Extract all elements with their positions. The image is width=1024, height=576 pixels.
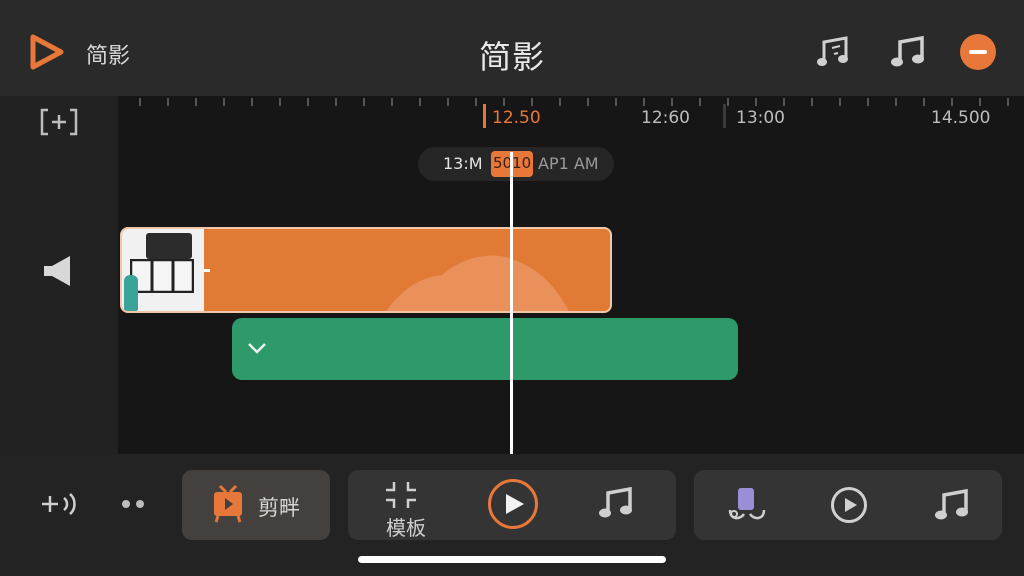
chevron-down-icon[interactable]	[246, 340, 268, 356]
play-button[interactable]	[488, 479, 538, 529]
voice-record-icon[interactable]	[726, 486, 768, 522]
ruler-current-marker	[483, 104, 486, 128]
stop-button[interactable]	[960, 34, 996, 70]
home-indicator[interactable]	[358, 556, 666, 563]
clip-trim-handle[interactable]	[204, 269, 210, 272]
preview-play-button[interactable]	[831, 487, 867, 523]
video-clip[interactable]	[120, 227, 612, 313]
ruler-label: 13:00	[736, 108, 785, 128]
thumbnail-window-grid	[130, 259, 194, 293]
clip-tv-icon	[214, 484, 242, 523]
clip-thumbnail	[122, 229, 204, 311]
add-audio-icon[interactable]	[40, 490, 80, 518]
ruler-label: 12:60	[641, 108, 690, 128]
ruler-label-current: 12.50	[492, 108, 541, 128]
play-icon	[506, 494, 524, 514]
template-compress-icon[interactable]	[384, 480, 418, 510]
ruler-label: 14.500	[931, 108, 991, 128]
music-note-icon[interactable]	[890, 34, 926, 70]
timeline-ruler[interactable]	[118, 96, 1024, 110]
edit-tool-label: 剪畔	[258, 496, 300, 520]
audio-clip[interactable]	[232, 318, 738, 380]
clip-waveform-shape	[386, 255, 569, 311]
thumbnail-figure	[124, 275, 138, 311]
template-label[interactable]: 模板	[386, 512, 426, 541]
more-dots-icon[interactable]	[120, 498, 146, 510]
page-title: 简影	[478, 38, 545, 76]
add-track-icon[interactable]	[40, 108, 78, 136]
music-note-icon[interactable]	[598, 484, 634, 522]
music-edit-icon[interactable]	[816, 34, 852, 70]
edit-tool-button[interactable]	[182, 470, 330, 540]
speaker-icon[interactable]	[42, 254, 74, 288]
time-indicator-right: AP1 AM	[538, 154, 599, 173]
ruler-tick-major	[723, 104, 726, 128]
thumbnail-face	[146, 233, 192, 259]
playhead[interactable]	[510, 152, 513, 454]
time-indicator-left: 13:M	[443, 154, 483, 173]
music-note-icon[interactable]	[934, 486, 970, 524]
play-outline-icon	[845, 498, 857, 512]
